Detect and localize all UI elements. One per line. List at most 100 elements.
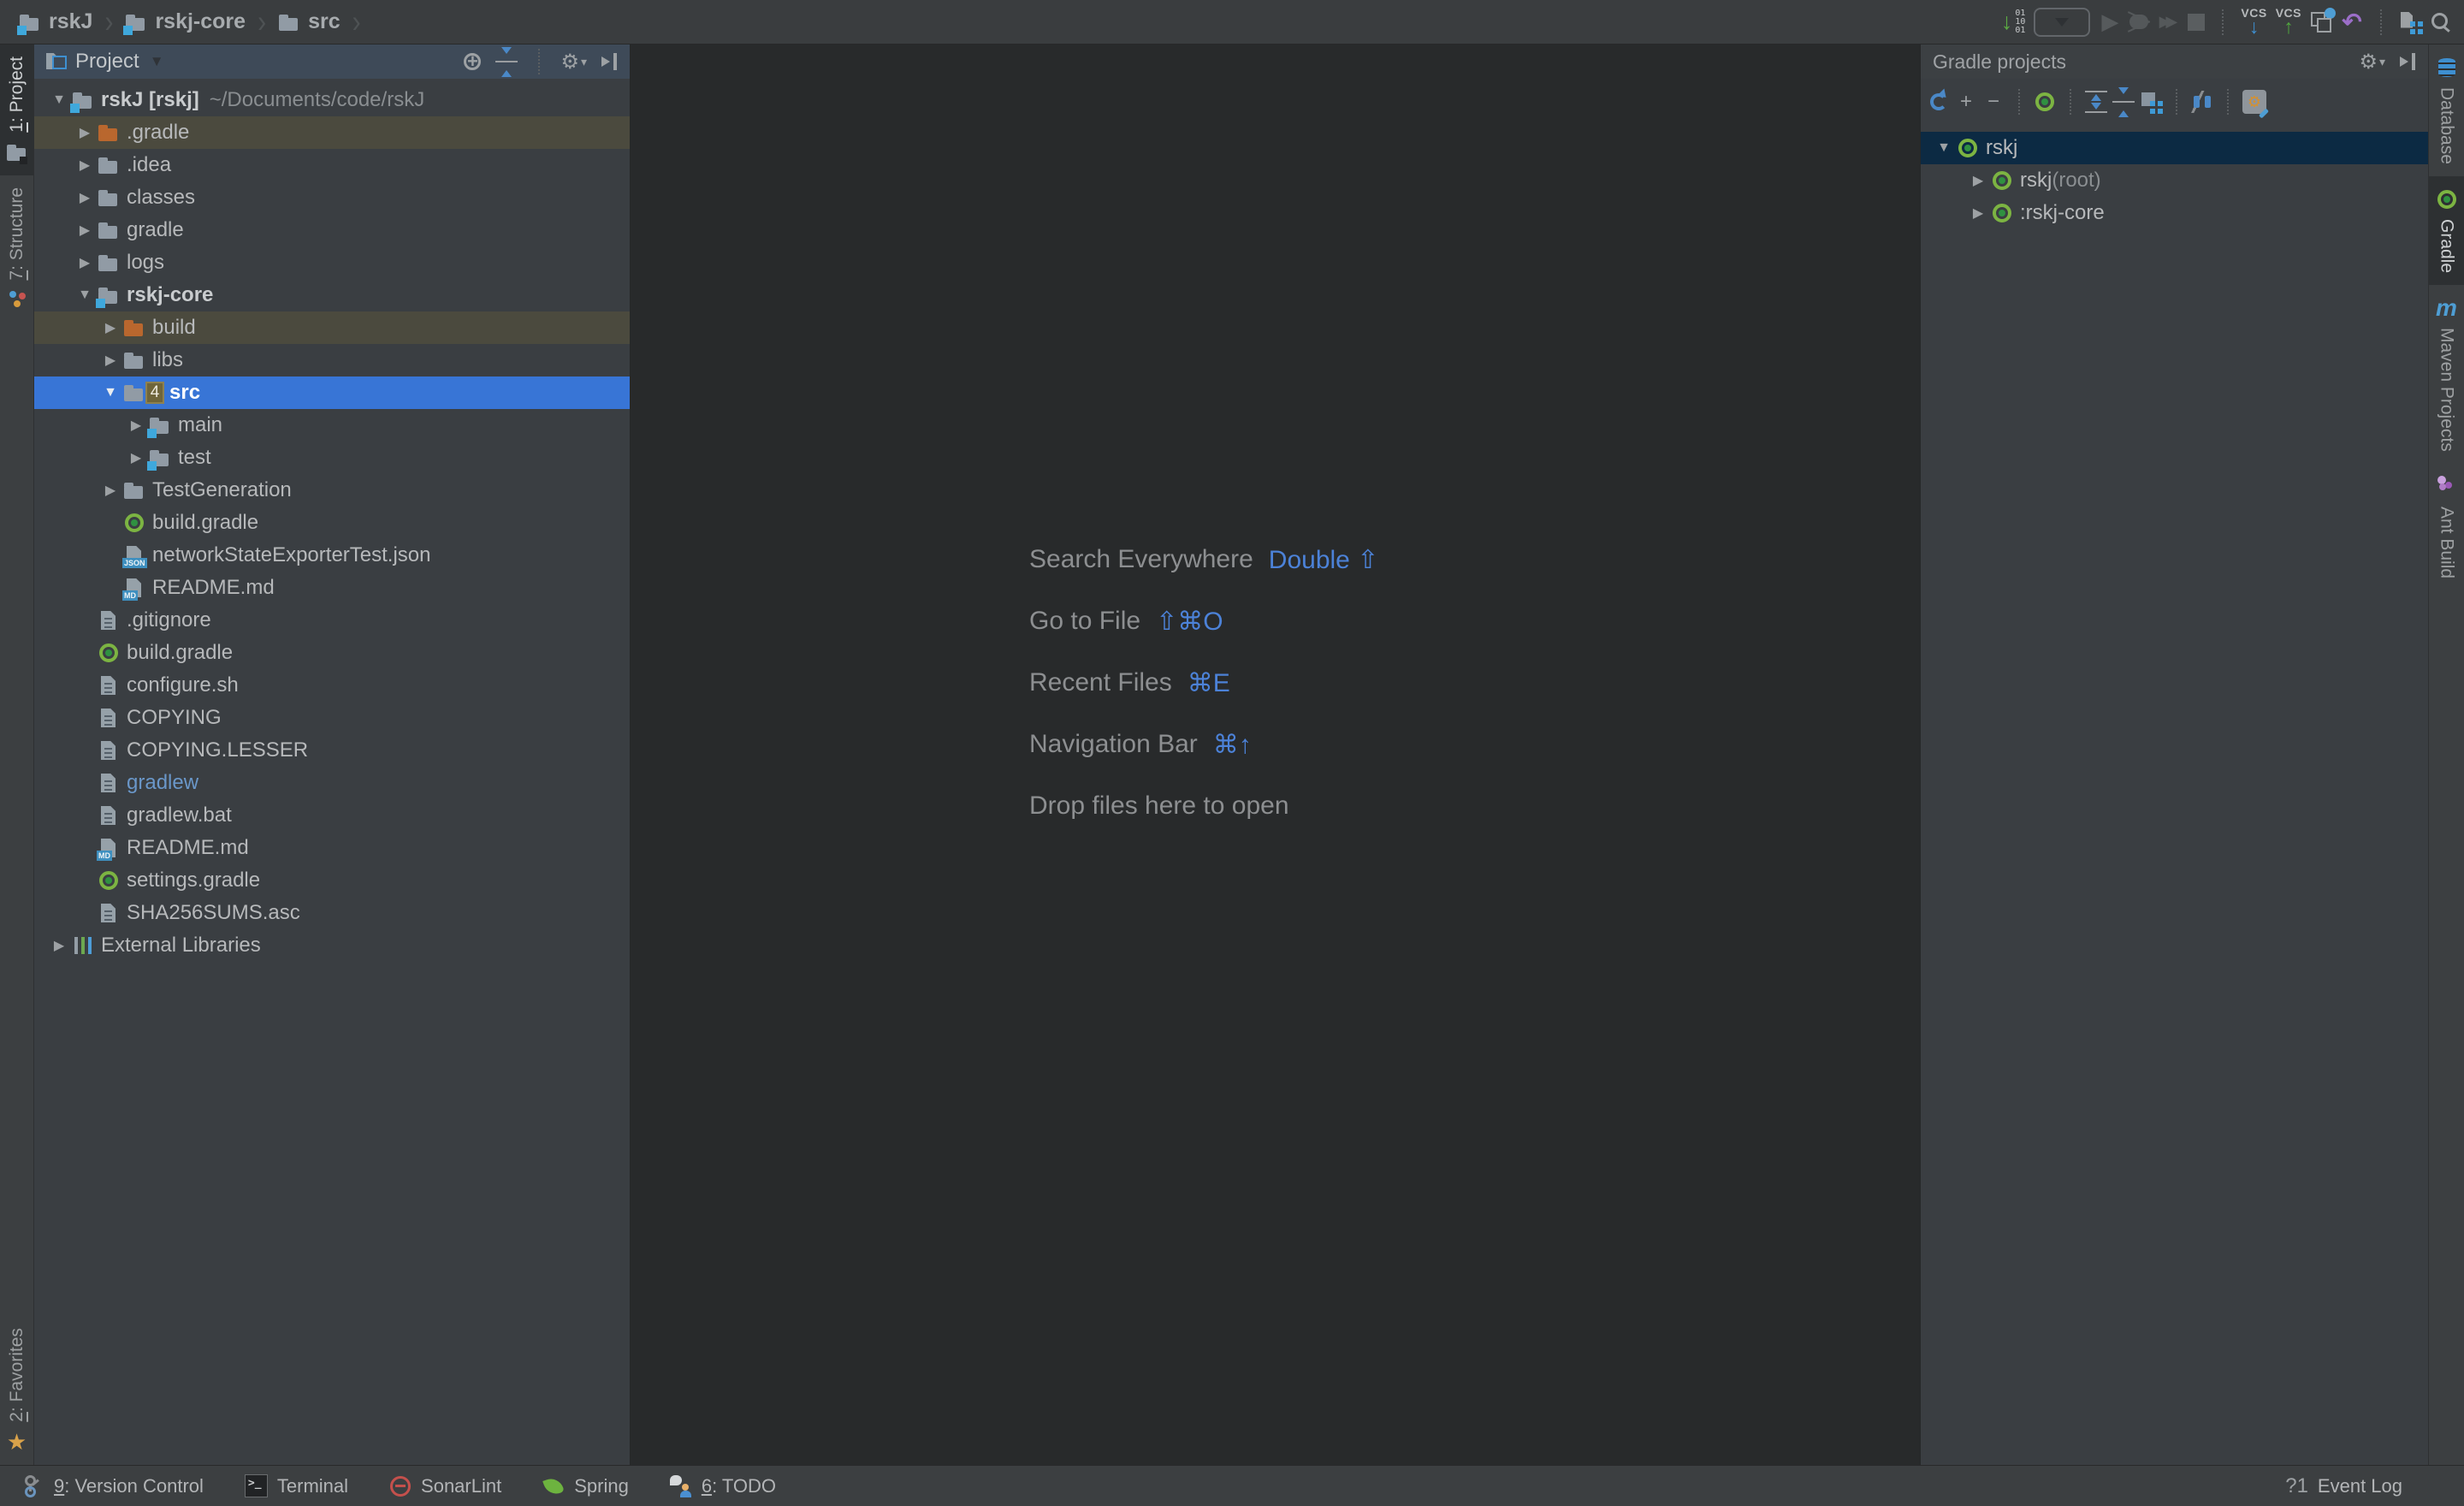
project-tree-item-main[interactable]: ▶main bbox=[34, 409, 630, 442]
status-bar-button-terminal[interactable]: Terminal bbox=[245, 1474, 348, 1497]
tool-window-button-project[interactable]: 1: Project bbox=[0, 44, 33, 175]
expand-all-icon[interactable] bbox=[2085, 91, 2107, 113]
tool-window-button-gradle[interactable]: Gradle bbox=[2429, 176, 2464, 285]
editor-empty-area[interactable]: Search EverywhereDouble ⇧Go to File⇧⌘ORe… bbox=[631, 44, 1920, 1465]
run-gradle-task-icon[interactable] bbox=[2034, 91, 2056, 113]
gradle-project-icon bbox=[1991, 169, 2013, 192]
run-configurations-dropdown[interactable] bbox=[2034, 8, 2090, 37]
project-tree-item-copying[interactable]: COPYING bbox=[34, 702, 630, 734]
tree-twisty-icon[interactable]: ▶ bbox=[72, 124, 98, 141]
updates-available-icon[interactable]: ↓011001 bbox=[2001, 11, 2026, 33]
rollback-icon[interactable]: ↶ bbox=[2341, 11, 2363, 33]
event-log-button[interactable]: ?1 Event Log bbox=[2285, 1475, 2402, 1497]
gradle-settings-icon[interactable] bbox=[2242, 90, 2266, 114]
tree-twisty-icon[interactable]: ▼ bbox=[46, 92, 72, 108]
project-tree-item-sha256sums-asc[interactable]: SHA256SUMS.asc bbox=[34, 897, 630, 929]
markdown-file-icon: MD bbox=[98, 837, 120, 859]
project-tree-item-networkstateexportertest-json[interactable]: JSONnetworkStateExporterTest.json bbox=[34, 539, 630, 572]
status-bar-button-todo[interactable]: 6: TODO bbox=[670, 1475, 776, 1497]
tree-twisty-icon[interactable]: ▶ bbox=[72, 189, 98, 206]
event-log-icon[interactable]: ?1 bbox=[2285, 1475, 2308, 1497]
attach-gradle-project-icon[interactable]: + bbox=[1955, 91, 1977, 113]
collapse-all-icon[interactable] bbox=[2112, 91, 2135, 113]
tree-twisty-icon[interactable]: ▶ bbox=[98, 319, 123, 336]
project-tree-item--idea[interactable]: ▶.idea bbox=[34, 149, 630, 181]
tree-twisty-icon[interactable]: ▶ bbox=[1965, 205, 1991, 222]
scroll-from-source-icon[interactable] bbox=[461, 50, 483, 73]
tree-twisty-icon[interactable]: ▶ bbox=[123, 417, 149, 434]
project-tree-item-rskj-rskj-[interactable]: ▼rskJ [rskj]~/Documents/code/rskJ bbox=[34, 84, 630, 116]
tree-twisty-icon[interactable]: ▶ bbox=[98, 482, 123, 499]
tool-window-button-favorites[interactable]: 2: Favorites★ bbox=[0, 1316, 33, 1465]
project-tree-item--gitignore[interactable]: .gitignore bbox=[34, 604, 630, 637]
tree-twisty-icon[interactable]: ▶ bbox=[123, 449, 149, 466]
status-bar-button-sonarlint[interactable]: SonarLint bbox=[389, 1475, 501, 1497]
tree-twisty-icon[interactable]: ▼ bbox=[1931, 140, 1957, 156]
hide-panel-icon[interactable] bbox=[2397, 50, 2420, 73]
breadcrumb-chevron-icon: › bbox=[258, 3, 266, 40]
tree-twisty-icon[interactable]: ▶ bbox=[72, 157, 98, 174]
tree-twisty-icon[interactable]: ▼ bbox=[72, 288, 98, 303]
gradle-tree-item-rskj[interactable]: ▼rskj bbox=[1921, 132, 2428, 164]
library-icon bbox=[72, 934, 94, 957]
project-tree-item-configure-sh[interactable]: configure.sh bbox=[34, 669, 630, 702]
status-bar-button-version-control[interactable]: 9: Version Control bbox=[22, 1475, 204, 1497]
gradle-tree-item-rskj[interactable]: ▶rskj (root) bbox=[1921, 164, 2428, 197]
group-modules-icon[interactable] bbox=[2140, 91, 2162, 113]
project-tree-item-settings-gradle[interactable]: settings.gradle bbox=[34, 864, 630, 897]
breadcrumb-item[interactable]: rskJ bbox=[19, 9, 92, 34]
tree-twisty-icon[interactable]: ▶ bbox=[1965, 172, 1991, 189]
project-tree-item-gradlew-bat[interactable]: gradlew.bat bbox=[34, 799, 630, 832]
tree-twisty-icon[interactable]: ▶ bbox=[72, 222, 98, 239]
project-tree-item-gradlew[interactable]: gradlew bbox=[34, 767, 630, 799]
local-history-icon[interactable] bbox=[2310, 11, 2332, 33]
settings-gear-icon[interactable]: ⚙▾ bbox=[560, 50, 587, 73]
gradle-tree-item--rskj-core[interactable]: ▶:rskj-core bbox=[1921, 197, 2428, 229]
project-tree-item-src[interactable]: ▼4src bbox=[34, 376, 630, 409]
project-tree-item-build-gradle[interactable]: build.gradle bbox=[34, 637, 630, 669]
tree-twisty-icon[interactable]: ▼ bbox=[98, 385, 123, 400]
project-tree-item-build-gradle[interactable]: build.gradle bbox=[34, 507, 630, 539]
tree-twisty-icon[interactable]: ▶ bbox=[72, 254, 98, 271]
project-tree-item-test[interactable]: ▶test bbox=[34, 442, 630, 474]
tool-window-button-label: Database bbox=[2437, 87, 2457, 164]
project-tree-item-external-libraries[interactable]: ▶External Libraries bbox=[34, 929, 630, 962]
tool-window-button-maven-projects[interactable]: mMaven Projects bbox=[2429, 285, 2464, 464]
gradle-panel-header[interactable]: Gradle projects ⚙▾ bbox=[1921, 44, 2428, 79]
project-tree-item-classes[interactable]: ▶classes bbox=[34, 181, 630, 214]
tool-window-button-ant-build[interactable]: Ant Build bbox=[2429, 464, 2464, 590]
detach-gradle-project-icon[interactable]: − bbox=[1982, 91, 2005, 113]
project-tree-item-libs[interactable]: ▶libs bbox=[34, 344, 630, 376]
project-tree-item-testgeneration[interactable]: ▶TestGeneration bbox=[34, 474, 630, 507]
project-structure-icon[interactable] bbox=[2399, 11, 2421, 33]
breadcrumb-item[interactable]: rskj-core bbox=[125, 9, 246, 34]
project-tree-item-readme-md[interactable]: MDREADME.md bbox=[34, 572, 630, 604]
settings-gear-icon[interactable]: ⚙▾ bbox=[2359, 50, 2385, 73]
hide-panel-icon[interactable] bbox=[599, 50, 621, 73]
chevron-down-icon[interactable]: ▼ bbox=[150, 53, 164, 70]
version-control-branch-icon bbox=[22, 1475, 44, 1497]
project-tree-item-copying-lesser[interactable]: COPYING.LESSER bbox=[34, 734, 630, 767]
project-tree-item-gradle[interactable]: ▶gradle bbox=[34, 214, 630, 246]
search-everywhere-icon[interactable] bbox=[2430, 11, 2452, 33]
project-tree-item-logs[interactable]: ▶logs bbox=[34, 246, 630, 279]
offline-mode-icon[interactable] bbox=[2191, 91, 2213, 113]
project-panel-header[interactable]: Project ▼ ⚙▾ bbox=[34, 44, 630, 79]
project-tree-item-rskj-core[interactable]: ▼rskj-core bbox=[34, 279, 630, 311]
project-tree-item-readme-md[interactable]: MDREADME.md bbox=[34, 832, 630, 864]
refresh-gradle-projects-icon[interactable] bbox=[1928, 91, 1950, 113]
text-file-icon bbox=[98, 902, 120, 924]
breadcrumb-item[interactable]: src bbox=[278, 9, 341, 34]
tree-twisty-icon[interactable]: ▶ bbox=[46, 937, 72, 954]
collapse-all-icon[interactable] bbox=[495, 50, 518, 73]
tool-window-button-structure[interactable]: 7: Structure bbox=[0, 175, 33, 323]
tool-window-button-database[interactable]: Database bbox=[2429, 44, 2464, 176]
status-bar-button-spring[interactable]: Spring bbox=[542, 1475, 629, 1497]
vcs-update-icon[interactable]: VCS↓ bbox=[2241, 7, 2266, 37]
excluded-folder-icon bbox=[98, 122, 120, 144]
vcs-commit-icon[interactable]: VCS↑ bbox=[2276, 7, 2301, 37]
project-tree-item--gradle[interactable]: ▶.gradle bbox=[34, 116, 630, 149]
module-folder-icon bbox=[125, 11, 147, 33]
tree-twisty-icon[interactable]: ▶ bbox=[98, 352, 123, 369]
project-tree-item-build[interactable]: ▶build bbox=[34, 311, 630, 344]
